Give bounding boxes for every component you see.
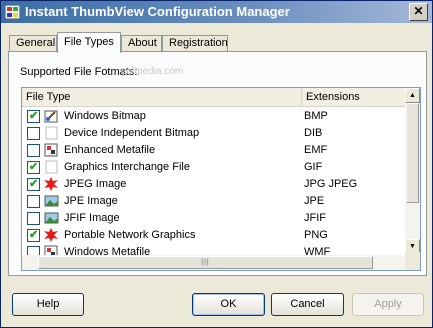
paint-brush-icon	[44, 109, 59, 123]
tab-file-types[interactable]: File Types	[57, 32, 121, 53]
file-extensions: BMP	[304, 110, 328, 122]
check-mark-icon: ✔	[29, 161, 39, 173]
file-extensions: JFIF	[304, 212, 326, 224]
close-button[interactable]: ✕	[409, 3, 428, 21]
supported-formats-label: Supported File Fotmats:	[20, 66, 138, 78]
tab-registration[interactable]: Registration	[162, 35, 228, 52]
check-mark-icon: ✔	[29, 110, 39, 122]
enable-checkbox[interactable]: ✔	[27, 178, 40, 191]
list-item[interactable]: ✔ Portable Network Graphics PNG	[22, 227, 407, 244]
list-header: File Type Extensions	[22, 88, 407, 107]
list-item[interactable]: ✔ Graphics Interchange File GIF	[22, 159, 407, 176]
landscape-image-icon	[44, 194, 59, 208]
config-window: Instant ThumbView Configuration Manager …	[0, 0, 433, 328]
horizontal-scrollbar[interactable]: |||	[22, 255, 407, 270]
file-extensions: PNG	[304, 229, 328, 241]
enable-checkbox[interactable]: ✔	[27, 161, 40, 174]
file-type-name: JPEG Image	[64, 178, 127, 190]
file-type-name: Portable Network Graphics	[64, 229, 196, 241]
check-mark-icon: ✔	[29, 178, 39, 190]
list-item[interactable]: Enhanced Metafile EMF	[22, 142, 407, 159]
landscape-image-icon	[44, 211, 59, 225]
file-type-name: Enhanced Metafile	[64, 144, 156, 156]
enable-checkbox[interactable]	[27, 127, 40, 140]
column-file-type[interactable]: File Type	[22, 88, 302, 106]
check-mark-icon: ✔	[29, 229, 39, 241]
file-types-panel: Supported File Fotmats: softpedia.com Fi…	[8, 51, 427, 276]
file-type-name: JPE Image	[64, 195, 118, 207]
window-title: Instant ThumbView Configuration Manager	[25, 4, 290, 19]
list-item[interactable]: ✔ Windows Bitmap BMP	[22, 108, 407, 125]
column-extensions[interactable]: Extensions	[302, 88, 407, 106]
blank-file-icon	[44, 160, 59, 174]
watermark: softpedia.com	[121, 66, 184, 77]
list-item[interactable]: Device Independent Bitmap DIB	[22, 125, 407, 142]
ok-button[interactable]: OK	[192, 293, 265, 316]
vertical-scroll-thumb[interactable]	[406, 103, 419, 203]
enable-checkbox[interactable]	[27, 212, 40, 225]
enable-checkbox[interactable]	[27, 144, 40, 157]
scroll-up-button[interactable]: ▲	[405, 88, 420, 103]
file-extensions: DIB	[304, 127, 323, 139]
list-item[interactable]: ✔ JPEG Image JPG JPEG	[22, 176, 407, 193]
red-splat-icon	[44, 228, 59, 242]
tab-about[interactable]: About	[121, 35, 162, 52]
file-type-name: Graphics Interchange File	[64, 161, 190, 173]
list-item[interactable]: JPE Image JPE	[22, 193, 407, 210]
enable-checkbox[interactable]	[27, 195, 40, 208]
red-splat-icon	[44, 177, 59, 191]
file-extensions: JPE	[304, 195, 325, 207]
file-extensions: JPG JPEG	[304, 178, 358, 190]
file-type-name: JFIF Image	[64, 212, 120, 224]
apply-button[interactable]: Apply	[352, 293, 424, 316]
file-types-list[interactable]: File Type Extensions ✔ Windows Bitmap BMP D…	[21, 87, 421, 271]
file-extensions: EMF	[304, 144, 328, 156]
file-type-name: Windows Bitmap	[64, 110, 146, 122]
cancel-button[interactable]: Cancel	[271, 293, 344, 316]
metafile-icon	[44, 143, 59, 157]
file-extensions: GIF	[304, 161, 323, 173]
help-button[interactable]: Help	[12, 293, 84, 316]
vertical-scrollbar[interactable]: ▲ ▼	[405, 88, 420, 254]
list-item[interactable]: JFIF Image JFIF	[22, 210, 407, 227]
blank-file-icon	[44, 126, 59, 140]
scroll-corner	[405, 252, 420, 270]
enable-checkbox[interactable]: ✔	[27, 110, 40, 123]
title-bar[interactable]: Instant ThumbView Configuration Manager …	[1, 1, 432, 23]
enable-checkbox[interactable]: ✔	[27, 229, 40, 242]
horizontal-scroll-thumb[interactable]: |||	[38, 256, 373, 269]
tab-general[interactable]: General	[9, 35, 57, 52]
file-type-name: Device Independent Bitmap	[64, 127, 200, 139]
app-grid-icon	[5, 5, 20, 19]
